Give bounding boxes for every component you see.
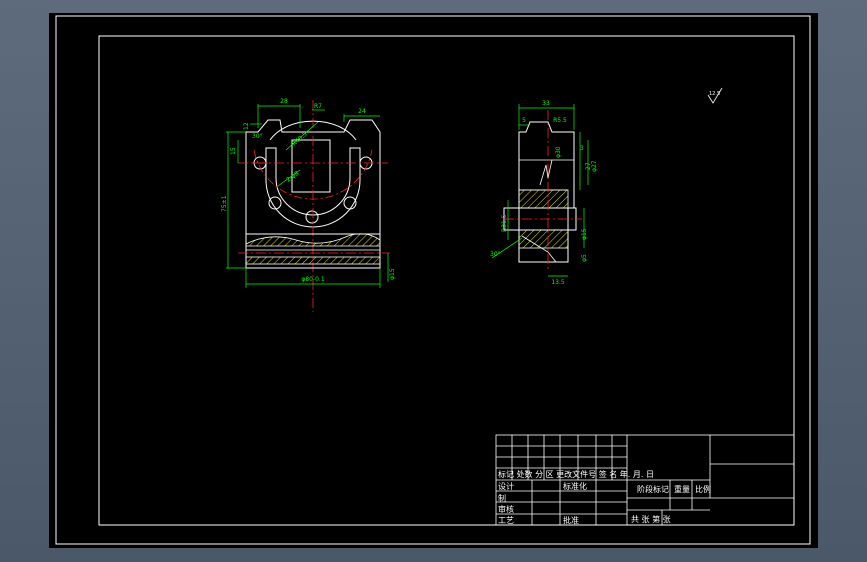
tb-design: 设计 — [498, 481, 514, 491]
front-dim-right-small: φ15 — [389, 268, 396, 280]
front-dim-left-upper: 15 — [230, 147, 237, 155]
tb-process: 工艺 — [498, 516, 514, 525]
tb-review: 审核 — [498, 504, 514, 514]
side-dim-angle: 30° — [490, 251, 501, 258]
side-dim-left-depth: R31.5 — [501, 214, 508, 232]
front-dim-top-left: 28 — [280, 98, 288, 105]
front-dim-top-center: R7 — [314, 103, 322, 110]
side-dim-right-a: 3 — [580, 145, 584, 152]
side-dim-right-d: φ15 — [581, 228, 588, 240]
front-dim-top-right: 24 — [358, 108, 366, 115]
side-dim-left-small: 5 — [522, 117, 526, 124]
side-hatch-upper — [518, 189, 569, 209]
tb-row-label: 标记 处数 分 区 更改文件号 签 名 年. 月. 日 — [498, 469, 654, 479]
front-dim-left-small: 12 — [243, 122, 250, 130]
side-dim-top-mid: R5.5 — [553, 117, 567, 124]
front-dim-bottom: φ80-0.1 — [301, 276, 324, 283]
front-dim-left-total: 75±1 — [221, 195, 228, 212]
tb-weight: 重量 — [674, 484, 690, 494]
tb-draw: 制 — [498, 493, 506, 503]
drawing-svg: 28 R7 24 12 15 75±1 30° R40.5 2-φ8 φ80-0… — [49, 13, 818, 548]
front-dim-angle: 30° — [252, 133, 263, 140]
tb-scale: 比例 — [695, 484, 711, 494]
side-dim-right-e: φ5 — [581, 254, 588, 262]
side-dim-right-c: φ27 — [591, 160, 598, 172]
side-dim-top: 33 — [542, 100, 550, 107]
front-hatch-bar — [245, 256, 381, 265]
tb-approve: 批准 — [563, 515, 579, 525]
side-dim-mid: φ30 — [555, 146, 562, 158]
tb-stage-mark: 阶段标记 — [637, 484, 669, 494]
side-dim-bottom: 13.5 — [551, 279, 565, 286]
cad-canvas[interactable]: 28 R7 24 12 15 75±1 30° R40.5 2-φ8 φ80-0… — [0, 0, 867, 562]
roughness-value: 12.5 — [709, 91, 720, 97]
sheet-background — [49, 13, 818, 548]
tb-standardize: 标准化 — [563, 481, 587, 491]
tb-sheets: 共 张 第 张 — [631, 514, 671, 524]
